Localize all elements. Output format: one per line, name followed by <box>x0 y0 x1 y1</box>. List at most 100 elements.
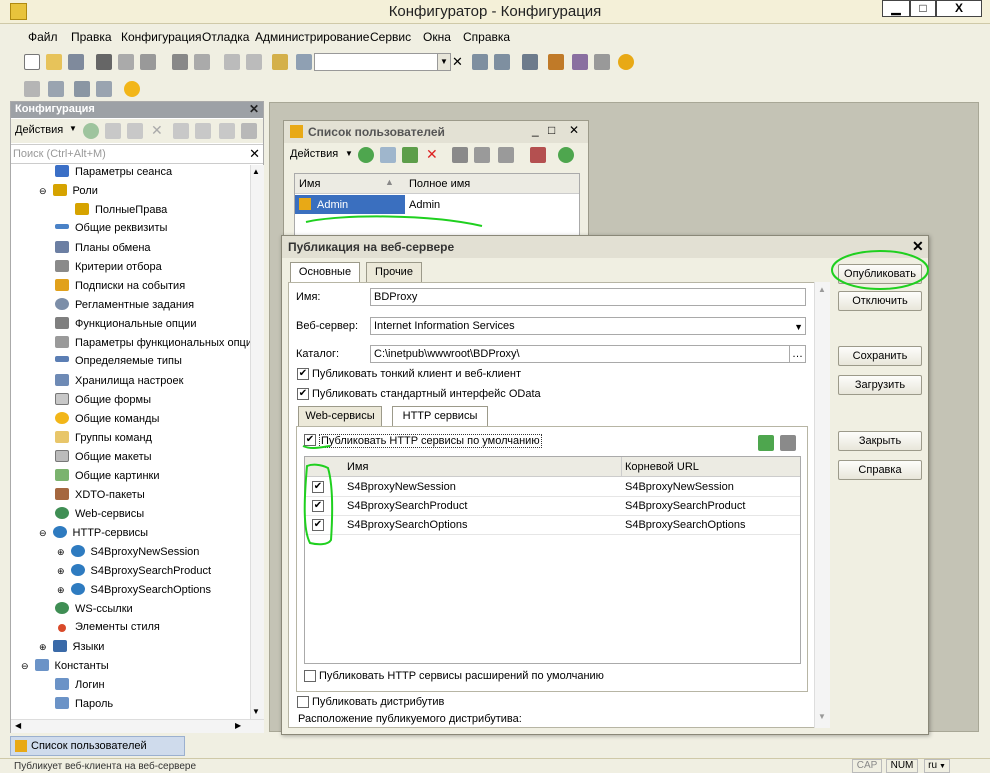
run-icon[interactable] <box>124 81 140 97</box>
menu-help[interactable]: Справка <box>463 30 510 44</box>
expand-icon[interactable]: ⊕ <box>57 566 65 576</box>
tree-item[interactable]: WS-ссылки <box>55 602 133 621</box>
expand-icon[interactable]: ⊕ <box>57 547 65 557</box>
tree-item[interactable]: Регламентные задания <box>55 298 194 317</box>
up-icon[interactable] <box>173 123 189 139</box>
undo-icon[interactable] <box>224 54 240 70</box>
close-icon[interactable]: ✕ <box>912 238 924 255</box>
tree-item[interactable]: Определяемые типы <box>55 355 182 374</box>
filter-icon[interactable] <box>241 123 257 139</box>
scroll-up-icon[interactable]: ▲ <box>252 167 260 176</box>
table-row[interactable]: ✔ S4BproxyNewSession S4BproxyNewSession <box>305 478 800 497</box>
catalog-field[interactable]: C:\inetpub\wwwroot\BDProxy\ … <box>370 345 806 363</box>
config-search-input[interactable]: Поиск (Ctrl+Alt+M) ✕ <box>11 144 263 164</box>
scroll-down-icon[interactable]: ▼ <box>252 707 260 716</box>
filter-icon[interactable] <box>452 147 468 163</box>
col-name[interactable]: Имя <box>347 461 368 473</box>
tree-item[interactable]: Планы обмена <box>55 241 151 260</box>
menu-windows[interactable]: Окна <box>423 30 451 44</box>
add-icon[interactable] <box>83 123 99 139</box>
col-name[interactable]: Имя <box>299 178 320 190</box>
new-icon[interactable] <box>24 54 40 70</box>
main-vscroll[interactable]: ▲ ▼ <box>814 282 830 728</box>
tree-item[interactable]: ⊖ Роли <box>39 184 98 203</box>
expand-icon[interactable]: ⊕ <box>57 585 65 595</box>
lang-indicator[interactable]: ru ▼ <box>924 759 950 773</box>
collapse-icon[interactable]: ⊖ <box>39 528 47 538</box>
tree-item[interactable]: Общие команды <box>55 412 159 431</box>
disable-button[interactable]: Отключить <box>838 291 922 311</box>
check-all-icon[interactable] <box>758 435 774 451</box>
close-icon[interactable]: ✕ <box>249 102 259 116</box>
chevron-down-icon[interactable]: ▼ <box>437 53 451 71</box>
minimize-icon[interactable]: _ <box>532 123 539 137</box>
tree-item[interactable]: ⊕ S4BproxySearchProduct <box>57 564 211 583</box>
scroll-right-icon[interactable]: ▶ <box>235 721 241 730</box>
tree-item[interactable]: Элементы стиля <box>55 621 160 640</box>
publish-button[interactable]: Опубликовать <box>838 264 922 284</box>
copy-icon[interactable] <box>127 123 143 139</box>
distrib-checkbox[interactable] <box>297 696 309 708</box>
tree-item[interactable]: Логин <box>55 678 105 697</box>
expand-icon[interactable]: ⊕ <box>39 642 47 652</box>
maximize-button[interactable]: □ <box>910 0 936 17</box>
clear-search-icon[interactable]: ✕ <box>249 146 260 162</box>
edit-icon[interactable] <box>402 147 418 163</box>
filter-options-icon[interactable] <box>498 147 514 163</box>
chevron-down-icon[interactable]: ▼ <box>794 319 803 335</box>
close-icon[interactable]: ✕ <box>569 123 579 137</box>
tree-hscroll[interactable]: ◀ ▶ <box>11 719 264 733</box>
tree-item[interactable]: ⊕ S4BproxyNewSession <box>57 545 199 564</box>
tab-http-services[interactable]: HTTP сервисы <box>392 406 488 426</box>
preview-icon[interactable] <box>194 54 210 70</box>
col-fullname[interactable]: Полное имя <box>409 178 470 190</box>
table-row[interactable]: ✔ S4BproxySearchOptions S4BproxySearchOp… <box>305 516 800 535</box>
menu-file[interactable]: Файл <box>28 30 58 44</box>
copy-icon[interactable] <box>118 54 134 70</box>
maximize-icon[interactable]: □ <box>548 123 555 137</box>
tree-item[interactable]: Параметры сеанса <box>55 165 172 184</box>
doc-icon[interactable] <box>594 54 610 70</box>
filter-list-icon[interactable] <box>474 147 490 163</box>
tree-item[interactable]: Подписки на события <box>55 279 185 298</box>
tree-vscroll[interactable]: ▲ ▼ <box>250 165 264 720</box>
actions-menu[interactable]: Действия <box>15 124 63 136</box>
refresh-icon[interactable] <box>558 147 574 163</box>
menu-administration[interactable]: Администрирование <box>255 30 369 44</box>
http-ext-checkbox[interactable] <box>304 670 316 682</box>
delete-icon[interactable]: ✕ <box>151 122 163 139</box>
delete-icon[interactable]: ✕ <box>426 146 438 163</box>
windows-icon[interactable] <box>522 54 538 70</box>
help-button[interactable]: Справка <box>838 460 922 480</box>
down-icon[interactable] <box>195 123 211 139</box>
name-field[interactable]: BDProxy <box>370 288 806 306</box>
tools-icon[interactable] <box>548 54 564 70</box>
tab-main[interactable]: Основные <box>290 262 360 282</box>
menu-edit[interactable]: Правка <box>71 30 112 44</box>
save-button[interactable]: Сохранить <box>838 346 922 366</box>
find-in-tree-icon[interactable] <box>272 54 288 70</box>
tree-item[interactable]: Критерии отбора <box>55 260 162 279</box>
edit-db-icon[interactable] <box>24 81 40 97</box>
menu-debug[interactable]: Отладка <box>202 30 249 44</box>
tree-item[interactable]: ⊕ Языки <box>39 640 104 659</box>
col-root-url[interactable]: Корневой URL <box>625 461 699 473</box>
odata-checkbox[interactable]: ✔ <box>297 388 309 400</box>
table-row[interactable]: ✔ S4BproxySearchProduct S4BproxySearchPr… <box>305 497 800 516</box>
tree-item[interactable]: ⊖ Константы <box>21 659 109 678</box>
tree-item[interactable]: Хранилища настроек <box>55 374 183 393</box>
config-icon[interactable] <box>48 81 64 97</box>
service-checkbox[interactable]: ✔ <box>312 519 324 531</box>
http-default-checkbox[interactable]: ✔ <box>304 434 316 446</box>
redo-icon[interactable] <box>246 54 262 70</box>
clear-filter-icon[interactable] <box>530 147 546 163</box>
tree-item[interactable]: Web-сервисы <box>55 507 144 526</box>
window-icon[interactable] <box>96 81 112 97</box>
paste-icon[interactable] <box>140 54 156 70</box>
collapse-icon[interactable]: ⊖ <box>39 186 47 196</box>
search-combo[interactable] <box>314 53 440 71</box>
service-checkbox[interactable]: ✔ <box>312 500 324 512</box>
update-db-icon[interactable] <box>74 81 90 97</box>
info-icon[interactable] <box>618 54 634 70</box>
tree-item[interactable]: ⊖ HTTP-сервисы <box>39 526 148 545</box>
